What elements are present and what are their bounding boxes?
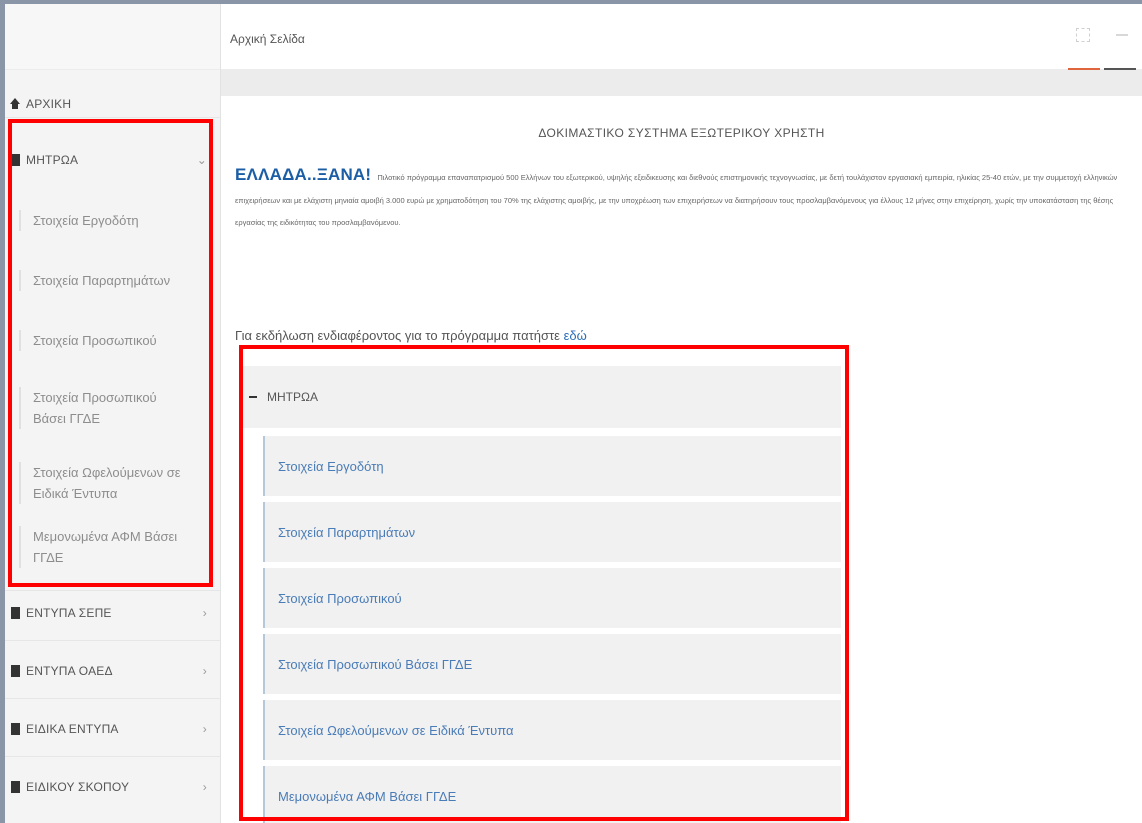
sidebar-item-label: ΕΙΔΙΚΑ ΕΝΤΥΠΑ — [26, 722, 119, 736]
divider — [5, 117, 221, 118]
sidebar-item-label: ΕΙΔΙΚΟΥ ΣΚΟΠΟΥ — [26, 780, 130, 794]
collapse-icon — [249, 396, 257, 398]
top-header: Αρχική Σελίδα — [221, 4, 1142, 72]
panel-link-label: Στοιχεία Εργοδότη — [278, 458, 384, 474]
divider — [5, 640, 221, 641]
divider — [5, 590, 221, 591]
sidebar-subitem-label: Στοιχεία Προσωπικού Βάσει ΓΓΔΕ — [33, 390, 157, 426]
minimize-icon[interactable] — [1116, 34, 1128, 36]
sidebar-subitem-staff[interactable]: Στοιχεία Προσωπικού — [19, 330, 209, 351]
chevron-down-icon: ⌄ — [196, 153, 207, 167]
divider — [5, 756, 221, 757]
sidebar-item-special-forms[interactable]: ΕΙΔΙΚΑ ΕΝΤΥΠΑ › — [5, 718, 221, 740]
sidebar-item-label: ΕΝΤΥΠΑ ΟΑΕΔ — [26, 664, 113, 678]
chevron-right-icon: › — [202, 606, 207, 620]
chevron-right-icon: › — [202, 722, 207, 736]
panel-link-afm-ggde[interactable]: Μεμονωμένα ΑΦΜ Βάσει ΓΓΔΕ — [263, 766, 841, 823]
sidebar-subitem-branches[interactable]: Στοιχεία Παραρτημάτων — [19, 270, 209, 291]
panel-link-label: Στοιχεία Ωφελούμενων σε Ειδικά Έντυπα — [278, 722, 514, 738]
chevron-right-icon: › — [202, 780, 207, 794]
panel-link-staff-ggde[interactable]: Στοιχεία Προσωπικού Βάσει ΓΓΔΕ — [263, 634, 841, 694]
panel-link-label: Μεμονωμένα ΑΦΜ Βάσει ΓΓΔΕ — [278, 788, 457, 804]
sidebar-subitem-label: Στοιχεία Εργοδότη — [33, 213, 139, 228]
sidebar-subitem-staff-ggde[interactable]: Στοιχεία Προσωπικού Βάσει ΓΓΔΕ — [19, 387, 189, 429]
panel-link-branches[interactable]: Στοιχεία Παραρτημάτων — [263, 502, 841, 562]
interest-line: Για εκδήλωση ενδιαφέροντος για το πρόγρα… — [235, 328, 587, 343]
sidebar-subitem-label: Μεμονωμένα ΑΦΜ Βάσει ΓΓΔΕ — [33, 529, 178, 565]
page-title: Αρχική Σελίδα — [230, 32, 305, 46]
document-icon — [11, 723, 20, 735]
sidebar-subitem-label: Στοιχεία Προσωπικού — [33, 333, 157, 348]
sidebar-item-special-purpose[interactable]: ΕΙΔΙΚΟΥ ΣΚΟΠΟΥ › — [5, 776, 221, 798]
sidebar-subitem-label: Στοιχεία Ωφελούμενων σε Ειδικά Έντυπα — [33, 465, 181, 501]
panel-link-label: Στοιχεία Παραρτημάτων — [278, 524, 416, 540]
sidebar-item-oaed-forms[interactable]: ΕΝΤΥΠΑ ΟΑΕΔ › — [5, 660, 221, 682]
sidebar-subitem-beneficiaries[interactable]: Στοιχεία Ωφελούμενων σε Ειδικά Έντυπα — [19, 462, 209, 504]
system-heading: ΔΟΚΙΜΑΣΤΙΚΟ ΣΥΣΤΗΜΑ ΕΞΩΤΕΡΙΚΟΥ ΧΡΗΣΤΗ — [538, 126, 825, 140]
sidebar-item-label: ΕΝΤΥΠΑ ΣΕΠΕ — [26, 606, 112, 620]
document-icon — [11, 781, 20, 793]
brand-title: ΕΛΛΑΔΑ..ΞΑΝΑ! — [235, 165, 372, 184]
panel-link-label: Στοιχεία Προσωπικού Βάσει ΓΓΔΕ — [278, 656, 473, 672]
sidebar-subitem-afm-ggde[interactable]: Μεμονωμένα ΑΦΜ Βάσει ΓΓΔΕ — [19, 526, 199, 568]
sidebar-item-home[interactable]: ΑΡΧΙΚΗ — [5, 94, 221, 114]
sidebar-item-registry[interactable]: ΜΗΤΡΩΑ ⌄ — [5, 149, 221, 171]
main-content: ΔΟΚΙΜΑΣΤΙΚΟ ΣΥΣΤΗΜΑ ΕΞΩΤΕΡΙΚΟΥ ΧΡΗΣΤΗ ΕΛ… — [221, 96, 1142, 823]
panel-link-label: Στοιχεία Προσωπικού — [278, 590, 402, 606]
expand-icon[interactable] — [1076, 28, 1090, 42]
panel-title: ΜΗΤΡΩΑ — [267, 390, 318, 404]
chevron-right-icon: › — [202, 664, 207, 678]
divider — [5, 698, 221, 699]
sidebar-header — [5, 4, 220, 70]
panel-link-beneficiaries[interactable]: Στοιχεία Ωφελούμενων σε Ειδικά Έντυπα — [263, 700, 841, 760]
folder-icon — [11, 154, 20, 166]
interest-text: Για εκδήλωση ενδιαφέροντος για το πρόγρα… — [235, 328, 560, 343]
document-icon — [11, 665, 20, 677]
interest-link[interactable]: εδώ — [564, 328, 587, 343]
toolbar-strip — [221, 70, 1142, 96]
sidebar-item-label: ΑΡΧΙΚΗ — [26, 97, 72, 111]
sidebar: ΑΡΧΙΚΗ ΜΗΤΡΩΑ ⌄ Στοιχεία Εργοδότη Στοιχε… — [5, 4, 221, 823]
sidebar-item-label: ΜΗΤΡΩΑ — [26, 153, 79, 167]
sidebar-item-sepe-forms[interactable]: ΕΝΤΥΠΑ ΣΕΠΕ › — [5, 602, 221, 624]
panel-link-employer[interactable]: Στοιχεία Εργοδότη — [263, 436, 841, 496]
home-icon — [10, 98, 20, 109]
sidebar-subitem-label: Στοιχεία Παραρτημάτων — [33, 273, 171, 288]
registry-panel: ΜΗΤΡΩΑ Στοιχεία Εργοδότη Στοιχεία Παραρτ… — [243, 366, 841, 823]
document-icon — [11, 607, 20, 619]
sidebar-subitem-employer[interactable]: Στοιχεία Εργοδότη — [19, 210, 209, 231]
promo-paragraph: ΕΛΛΑΔΑ..ΞΑΝΑ! Πιλοτικό πρόγραμμα επαναπα… — [235, 164, 1135, 235]
panel-link-staff[interactable]: Στοιχεία Προσωπικού — [263, 568, 841, 628]
panel-header[interactable]: ΜΗΤΡΩΑ — [243, 366, 841, 428]
